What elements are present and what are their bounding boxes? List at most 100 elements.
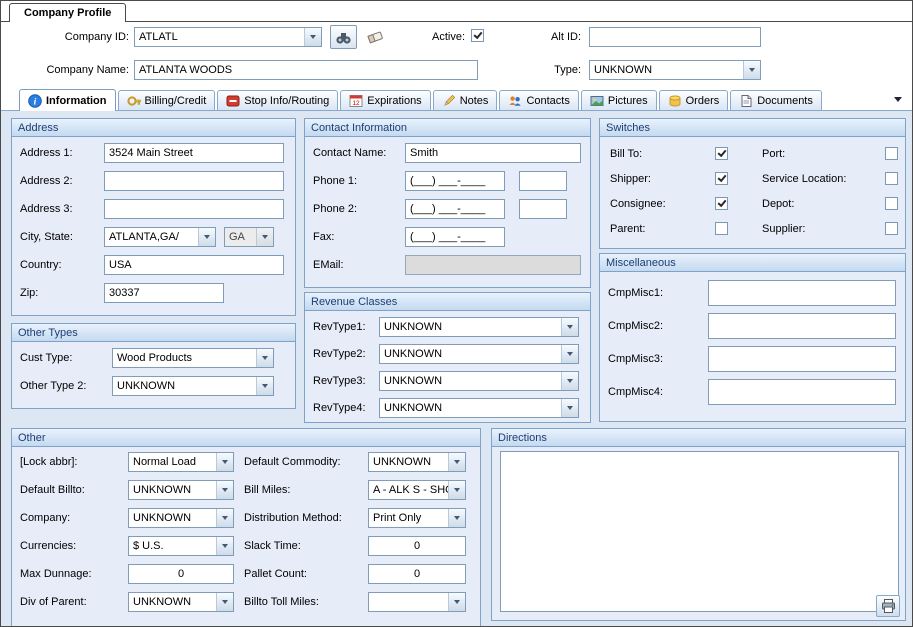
bill-miles-combobox[interactable]: A - ALK S - SHO [368,480,466,500]
revtype4-combobox[interactable]: UNKNOWN [379,398,579,418]
service-location-label: Service Location: [762,173,846,185]
currencies-value: $ U.S. [129,537,216,555]
chevron-down-icon[interactable] [561,318,578,336]
cust-type-value: Wood Products [113,349,256,367]
default-commodity-combobox[interactable]: UNKNOWN [368,452,466,472]
chevron-down-icon[interactable] [561,399,578,417]
tab-overflow-button[interactable] [891,93,905,105]
cmpmisc3-input[interactable] [708,346,896,372]
cust-type-combobox[interactable]: Wood Products [112,348,274,368]
switches-left-column: Bill To: Shipper: Consignee: Parent: [610,145,728,245]
lock-abbr-value: Normal Load [129,453,216,471]
tab-expirations[interactable]: 12 Expirations [340,90,430,110]
lookup-button[interactable] [330,25,357,49]
chevron-down-icon[interactable] [216,509,233,527]
alt-id-input[interactable] [589,27,761,47]
revtype1-label: RevType1: [313,321,379,333]
pallet-count-input[interactable] [368,564,466,584]
type-combobox[interactable]: UNKNOWN [589,60,761,80]
tab-information[interactable]: i Information [19,89,116,111]
default-billto-row: Default Billto: UNKNOWN [20,480,236,500]
active-checkbox[interactable] [471,29,484,42]
chevron-down-icon[interactable] [256,349,273,367]
parent-switch-row: Parent: [610,220,728,237]
depot-checkbox[interactable] [885,197,898,210]
tab-billing-credit[interactable]: Billing/Credit [118,90,216,110]
chevron-down-icon[interactable] [216,453,233,471]
port-checkbox[interactable] [885,147,898,160]
chevron-down-icon[interactable] [448,481,465,499]
distribution-method-combobox[interactable]: Print Only [368,508,466,528]
fax-input[interactable] [405,227,505,247]
chevron-down-icon[interactable] [448,509,465,527]
chevron-down-icon[interactable] [256,377,273,395]
billto-checkbox[interactable] [715,147,728,160]
parent-checkbox[interactable] [715,222,728,235]
chevron-down-icon[interactable] [216,593,233,611]
lock-abbr-combobox[interactable]: Normal Load [128,452,234,472]
country-input[interactable] [104,255,284,275]
company-id-combobox[interactable]: ATLATL [134,27,322,47]
company-name-input[interactable] [134,60,478,80]
other-group-title: Other [12,429,480,447]
pallet-count-row: Pallet Count: [244,564,470,584]
tab-notes[interactable]: Notes [433,90,498,110]
chevron-down-icon[interactable] [448,453,465,471]
revtype3-combobox[interactable]: UNKNOWN [379,371,579,391]
chevron-down-icon[interactable] [216,537,233,555]
phone2-input[interactable] [405,199,505,219]
default-commodity-value: UNKNOWN [369,453,448,471]
default-billto-combobox[interactable]: UNKNOWN [128,480,234,500]
other-type2-combobox[interactable]: UNKNOWN [112,376,274,396]
address2-row: Address 2: [20,171,287,191]
address1-input[interactable] [104,143,284,163]
supplier-checkbox[interactable] [885,222,898,235]
chevron-down-icon[interactable] [304,28,321,46]
address3-input[interactable] [104,199,284,219]
tab-pictures[interactable]: Pictures [581,90,657,110]
phone2-ext-input[interactable] [519,199,567,219]
tab-contacts[interactable]: Contacts [499,90,578,110]
clear-button[interactable] [363,26,387,48]
chevron-down-icon[interactable] [561,345,578,363]
company-profile-tab[interactable]: Company Profile [9,3,126,22]
service-location-checkbox[interactable] [885,172,898,185]
zip-input[interactable] [104,283,224,303]
chevron-down-icon[interactable] [743,61,760,79]
cmpmisc1-input[interactable] [708,280,896,306]
chevron-down-icon[interactable] [198,228,215,246]
tab-orders[interactable]: Orders [659,90,729,110]
revtype2-label: RevType2: [313,348,379,360]
chevron-down-icon[interactable] [561,372,578,390]
phone1-ext-input[interactable] [519,171,567,191]
chevron-down-icon[interactable] [256,228,273,246]
shipper-checkbox[interactable] [715,172,728,185]
default-billto-label: Default Billto: [20,484,128,496]
phone1-input[interactable] [405,171,505,191]
tab-stop-info-routing[interactable]: Stop Info/Routing [217,90,338,110]
tab-label: Stop Info/Routing [244,95,329,107]
revtype1-combobox[interactable]: UNKNOWN [379,317,579,337]
billto-toll-miles-combobox[interactable] [368,592,466,612]
address2-input[interactable] [104,171,284,191]
div-of-parent-combobox[interactable]: UNKNOWN [128,592,234,612]
directions-textarea[interactable] [500,451,899,612]
revtype2-combobox[interactable]: UNKNOWN [379,344,579,364]
max-dunnage-input[interactable] [128,564,234,584]
tab-documents[interactable]: Documents [730,90,822,110]
svg-text:12: 12 [353,100,361,107]
state-combobox[interactable]: GA [224,227,274,247]
other-left-column: [Lock abbr]: Normal Load Default Billto:… [20,452,236,620]
slack-time-input[interactable] [368,536,466,556]
cmpmisc4-input[interactable] [708,379,896,405]
chevron-down-icon[interactable] [448,593,465,611]
chevron-down-icon[interactable] [216,481,233,499]
contact-name-input[interactable] [405,143,581,163]
currencies-combobox[interactable]: $ U.S. [128,536,234,556]
city-state-combobox[interactable]: ATLANTA,GA/ [104,227,216,247]
cmpmisc2-input[interactable] [708,313,896,339]
consignee-checkbox[interactable] [715,197,728,210]
company-combobox[interactable]: UNKNOWN [128,508,234,528]
print-directions-button[interactable] [876,595,900,617]
state-value: GA [225,228,256,246]
